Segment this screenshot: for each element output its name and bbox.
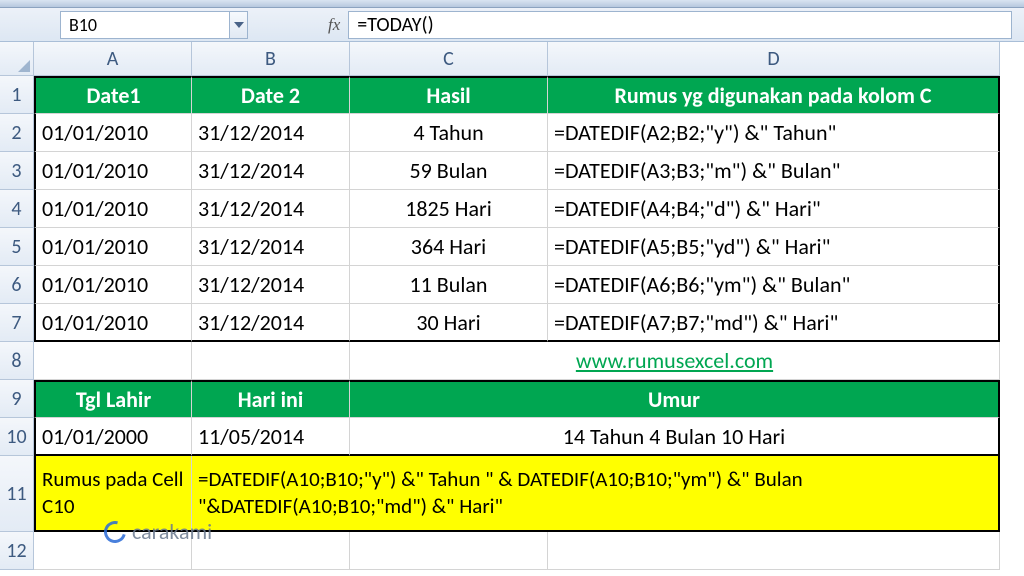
cell-D1[interactable]: Rumus yg digunakan pada kolom C [548, 76, 1000, 114]
cell-A3[interactable]: 01/01/2010 [34, 152, 192, 190]
row-header-2[interactable]: 2 [0, 114, 34, 152]
table-row [34, 532, 1000, 570]
cell-D4[interactable]: =DATEDIF(A4;B4;"d") &" Hari" [548, 190, 1000, 228]
name-box-dropdown[interactable] [230, 11, 248, 39]
table-row: 01/01/2010 31/12/2014 59 Bulan =DATEDIF(… [34, 152, 1000, 190]
cell-A11[interactable]: Rumus pada Cell C10 [34, 456, 192, 532]
cell-B10[interactable]: 11/05/2014 [192, 418, 350, 456]
table-row: 01/01/2010 31/12/2014 11 Bulan =DATEDIF(… [34, 266, 1000, 304]
table-row: 01/01/2010 31/12/2014 364 Hari =DATEDIF(… [34, 228, 1000, 266]
cell-C6[interactable]: 11 Bulan [350, 266, 548, 304]
cell-B7[interactable]: 31/12/2014 [192, 304, 350, 342]
cell-B4[interactable]: 31/12/2014 [192, 190, 350, 228]
row-header-9[interactable]: 9 [0, 380, 34, 418]
name-box[interactable]: B10 [60, 11, 230, 39]
table-row: Tgl Lahir Hari ini Umur [34, 380, 1000, 418]
cell-C8D8-link[interactable]: www.rumusexcel.com [350, 342, 1000, 380]
row-header-1[interactable]: 1 [0, 76, 34, 114]
cell-A2[interactable]: 01/01/2010 [34, 114, 192, 152]
cell-A4[interactable]: 01/01/2010 [34, 190, 192, 228]
name-box-value: B10 [69, 14, 97, 36]
cell-C3[interactable]: 59 Bulan [350, 152, 548, 190]
cell-D2[interactable]: =DATEDIF(A2;B2;"y") &" Tahun" [548, 114, 1000, 152]
formula-bar[interactable]: =TODAY() [348, 11, 1012, 39]
cell-B2[interactable]: 31/12/2014 [192, 114, 350, 152]
cell-C4[interactable]: 1825 Hari [350, 190, 548, 228]
cell-C5[interactable]: 364 Hari [350, 228, 548, 266]
cell-A5[interactable]: 01/01/2010 [34, 228, 192, 266]
cell-B1[interactable]: Date 2 [192, 76, 350, 114]
column-headers: A B C D [34, 42, 1000, 76]
row-headers: 1 2 3 4 5 6 7 8 9 10 11 12 [0, 76, 34, 570]
table-row: 01/01/2010 31/12/2014 30 Hari =DATEDIF(A… [34, 304, 1000, 342]
col-header-B[interactable]: B [192, 42, 350, 76]
cell-A8[interactable] [34, 342, 192, 380]
cell-A9[interactable]: Tgl Lahir [34, 380, 192, 418]
row-header-6[interactable]: 6 [0, 266, 34, 304]
table-row: 01/01/2000 11/05/2014 14 Tahun 4 Bulan 1… [34, 418, 1000, 456]
cell-B5[interactable]: 31/12/2014 [192, 228, 350, 266]
formula-bar-row: B10 fx =TODAY() [0, 8, 1024, 42]
cell-A6[interactable]: 01/01/2010 [34, 266, 192, 304]
table-row: www.rumusexcel.com [34, 342, 1000, 380]
col-header-D[interactable]: D [548, 42, 1000, 76]
row-header-5[interactable]: 5 [0, 228, 34, 266]
table-row: 01/01/2010 31/12/2014 4 Tahun =DATEDIF(A… [34, 114, 1000, 152]
select-all-corner[interactable] [0, 42, 34, 76]
cell-B8[interactable] [192, 342, 350, 380]
cell-C7[interactable]: 30 Hari [350, 304, 548, 342]
cell-A10[interactable]: 01/01/2000 [34, 418, 192, 456]
cell-C10D10[interactable]: 14 Tahun 4 Bulan 10 Hari [350, 418, 1000, 456]
col-header-C[interactable]: C [350, 42, 548, 76]
fx-icon[interactable]: fx [328, 15, 340, 35]
cell-C2[interactable]: 4 Tahun [350, 114, 548, 152]
cell-B12[interactable] [192, 532, 350, 570]
formula-bar-value: =TODAY() [357, 13, 433, 37]
row-header-3[interactable]: 3 [0, 152, 34, 190]
cell-C1[interactable]: Hasil [350, 76, 548, 114]
cell-grid: Date1 Date 2 Hasil Rumus yg digunakan pa… [34, 76, 1000, 570]
chevron-down-icon [234, 22, 244, 28]
row-header-10[interactable]: 10 [0, 418, 34, 456]
cell-D5[interactable]: =DATEDIF(A5;B5;"yd") &" Hari" [548, 228, 1000, 266]
row-header-4[interactable]: 4 [0, 190, 34, 228]
table-row: Rumus pada Cell C10 =DATEDIF(A10;B10;"y"… [34, 456, 1000, 532]
cell-D7[interactable]: =DATEDIF(A7;B7;"md") &" Hari" [548, 304, 1000, 342]
col-header-A[interactable]: A [34, 42, 192, 76]
cell-D3[interactable]: =DATEDIF(A3;B3;"m") &" Bulan" [548, 152, 1000, 190]
row-header-7[interactable]: 7 [0, 304, 34, 342]
row-header-12[interactable]: 12 [0, 532, 34, 570]
row-header-8[interactable]: 8 [0, 342, 34, 380]
cell-A7[interactable]: 01/01/2010 [34, 304, 192, 342]
cell-C9D9[interactable]: Umur [350, 380, 1000, 418]
cell-B3[interactable]: 31/12/2014 [192, 152, 350, 190]
table-row: Date1 Date 2 Hasil Rumus yg digunakan pa… [34, 76, 1000, 114]
cell-D12[interactable] [548, 532, 1000, 570]
cell-D6[interactable]: =DATEDIF(A6;B6;"ym") &" Bulan" [548, 266, 1000, 304]
table-row: 01/01/2010 31/12/2014 1825 Hari =DATEDIF… [34, 190, 1000, 228]
cell-A1[interactable]: Date1 [34, 76, 192, 114]
cell-A12[interactable] [34, 532, 192, 570]
ribbon-edge [0, 0, 1024, 8]
cell-C12[interactable] [350, 532, 548, 570]
row-header-11[interactable]: 11 [0, 456, 34, 532]
cell-B11D11[interactable]: =DATEDIF(A10;B10;"y") &" Tahun " & DATED… [192, 456, 1000, 532]
cell-B6[interactable]: 31/12/2014 [192, 266, 350, 304]
cell-B9[interactable]: Hari ini [192, 380, 350, 418]
